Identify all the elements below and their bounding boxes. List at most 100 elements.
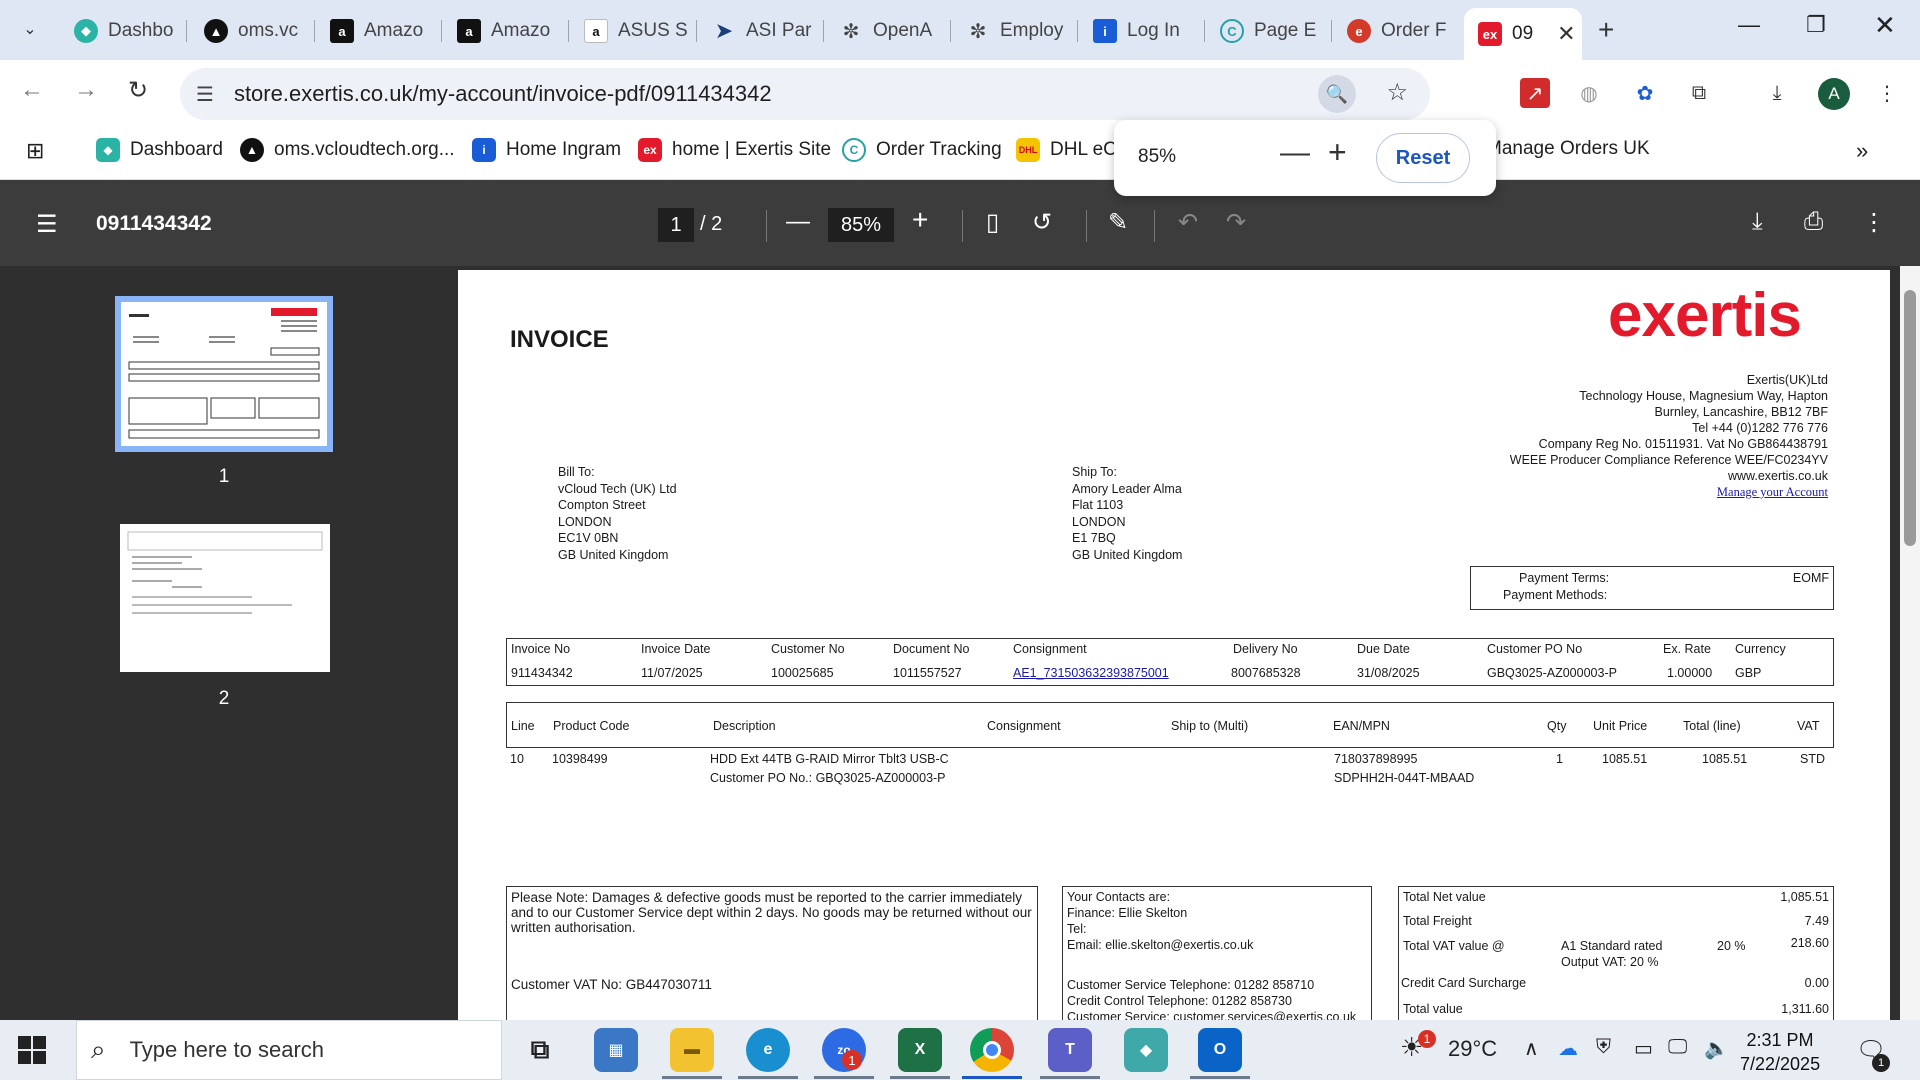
more-menu-icon[interactable]: ⋮ — [1872, 78, 1902, 108]
onedrive-icon[interactable]: ☁ — [1558, 1036, 1578, 1061]
tab-strip: ⌄ ◆ Dashbo ▲ oms.vc a Amazo a Amazo a AS… — [0, 0, 1920, 60]
zoom-indicator-icon[interactable]: 🔍 — [1318, 75, 1356, 113]
ingram-icon: i — [472, 138, 496, 162]
chevron-up-icon[interactable]: ∧ — [1524, 1036, 1539, 1061]
download-icon[interactable]: ⤓ — [1762, 78, 1792, 108]
teams-icon[interactable]: T — [1048, 1028, 1092, 1072]
restore-button[interactable]: ❐ — [1806, 12, 1826, 38]
site-settings-icon[interactable]: ☰ — [196, 82, 214, 107]
tab-asi[interactable]: ➤ ASI Par — [698, 10, 823, 52]
tab-amazon-1[interactable]: a Amazo — [316, 10, 441, 52]
tab-search-button[interactable]: ⌄ — [12, 10, 48, 48]
extension-icon[interactable]: ✿ — [1630, 78, 1660, 108]
invoice-header-table: Invoice No Invoice Date Customer No Docu… — [506, 638, 1834, 686]
back-button[interactable]: ← — [20, 76, 44, 104]
system-clock[interactable]: 2:31 PM 7/22/2025 — [1740, 1028, 1820, 1076]
bookmark-exertis-home[interactable]: ex home | Exertis Site — [638, 138, 831, 162]
taskbar-search[interactable]: ⌕ Type here to search — [76, 1020, 502, 1080]
close-icon[interactable]: ✕ — [1557, 21, 1575, 47]
pdf-zoom-input[interactable]: 85% — [828, 208, 894, 242]
annotate-pen-icon[interactable]: ✎ — [1108, 208, 1128, 237]
profile-avatar[interactable]: A — [1818, 78, 1850, 110]
app-diamond-icon[interactable]: ◆ — [1124, 1028, 1168, 1072]
thumbnail-sidebar: 1 2 — [0, 266, 450, 1020]
dashboard-icon: ◆ — [74, 19, 98, 43]
bookmark-dashboard[interactable]: ◆ Dashboard — [96, 138, 223, 162]
ship-to-address: Ship To: Amory Leader Alma Flat 1103 LONDO… — [1072, 465, 1183, 562]
more-bookmarks-button[interactable]: » — [1856, 138, 1868, 164]
rotate-icon[interactable]: ↺ — [1032, 208, 1052, 237]
page-number-input[interactable]: 1 — [658, 208, 694, 242]
consignment-link[interactable]: AE1_731503632393875001 — [1013, 666, 1169, 680]
ingram-icon: i — [1093, 19, 1117, 43]
invoice-heading: INVOICE — [510, 326, 609, 353]
tab-amazon-2[interactable]: a Amazo — [443, 10, 568, 52]
tab-openai[interactable]: ✼ OpenA — [825, 10, 950, 52]
bookmark-home-ingram[interactable]: i Home Ingram — [472, 138, 621, 162]
menu-icon[interactable]: ☰ — [36, 210, 58, 239]
bookmark-oms[interactable]: ▲ oms.vcloudtech.org... — [240, 138, 455, 162]
edge-icon[interactable]: e — [746, 1028, 790, 1072]
excel-icon[interactable]: X — [898, 1028, 942, 1072]
exertis-icon: ex — [1478, 22, 1502, 46]
zoom-in-button[interactable]: + — [1328, 134, 1347, 171]
apps-button[interactable]: ⊞ — [26, 138, 44, 164]
task-view-icon[interactable]: ⧉ — [518, 1028, 562, 1072]
page-thumbnail-1[interactable] — [115, 296, 333, 452]
page-thumbnail-2[interactable] — [120, 524, 330, 672]
close-window-button[interactable]: ✕ — [1874, 10, 1896, 41]
security-icon[interactable]: ⛨ — [1596, 1036, 1611, 1059]
pdf-scrollbar[interactable] — [1900, 266, 1920, 1020]
bookmark-dhl[interactable]: DHL DHL eCo — [1016, 138, 1127, 162]
bill-to-address: Bill To: vCloud Tech (UK) Ltd Compton Stre… — [558, 465, 677, 562]
forward-button[interactable]: → — [74, 76, 98, 104]
apps-grid-icon: ⊞ — [26, 138, 45, 163]
tab-page[interactable]: C Page E — [1206, 10, 1331, 52]
pdf-extension-icon[interactable]: ↗ — [1520, 78, 1550, 108]
minimize-button[interactable]: — — [1738, 12, 1760, 38]
volume-icon[interactable]: 🔈 — [1704, 1036, 1729, 1061]
outlook-icon[interactable]: O — [1198, 1028, 1242, 1072]
zoom-out-icon[interactable]: — — [786, 208, 810, 236]
bookmarks-bar: ⊞ ◆ Dashboard ▲ oms.vcloudtech.org... i … — [0, 128, 1920, 180]
download-icon[interactable]: ⤓ — [1752, 208, 1763, 236]
tab-login[interactable]: i Log In — [1079, 10, 1204, 52]
invoice-page: INVOICE exertis Exertis(UK)Ltd Technolog… — [458, 270, 1890, 1020]
fit-page-icon[interactable]: ▯ — [986, 208, 999, 237]
tracking-icon: C — [842, 138, 866, 162]
tab-asus[interactable]: a ASUS S — [570, 10, 695, 52]
tab-invoice-active[interactable]: ex 09 ✕ — [1464, 8, 1582, 60]
zoom-in-icon[interactable]: + — [912, 204, 928, 236]
tab-order[interactable]: e Order F — [1333, 10, 1458, 52]
address-bar[interactable]: ☰ store.exertis.co.uk/my-account/invoice… — [180, 68, 1430, 120]
new-tab-button[interactable]: + — [1598, 14, 1614, 46]
undo-icon[interactable]: ↶ — [1178, 208, 1198, 237]
totals-box: Total Net value 1,085.51 Total Freight 7… — [1398, 886, 1834, 1020]
customer-vat-number: Customer VAT No: GB447030711 — [511, 977, 712, 992]
chrome-icon[interactable] — [970, 1028, 1014, 1072]
oms-icon: ▲ — [240, 138, 264, 162]
returns-note: Please Note: Damages & defective goods m… — [511, 890, 1032, 935]
network-icon[interactable]: 🖵 — [1668, 1036, 1687, 1059]
tab-dashboard[interactable]: ◆ Dashbo — [60, 10, 185, 52]
reload-button[interactable]: ↻ — [128, 76, 148, 105]
bookmark-star-icon[interactable]: ☆ — [1386, 78, 1408, 107]
globe-extension-icon[interactable]: ◍ — [1574, 78, 1604, 108]
url-text[interactable]: store.exertis.co.uk/my-account/invoice-p… — [234, 81, 772, 107]
puzzle-icon[interactable]: ⧉ — [1684, 78, 1714, 108]
zoom-reset-button[interactable]: Reset — [1376, 133, 1470, 183]
file-explorer-icon[interactable]: ▬ — [670, 1028, 714, 1072]
start-button[interactable] — [18, 1036, 46, 1064]
bookmark-manage-orders[interactable]: Manage Orders UK — [1486, 138, 1650, 160]
zoom-out-button[interactable]: — — [1280, 136, 1310, 170]
more-options-icon[interactable]: ⋮ — [1862, 208, 1886, 237]
redo-icon[interactable]: ↷ — [1226, 208, 1246, 237]
manage-account-link[interactable]: Manage your Account — [1510, 484, 1828, 500]
tab-oms[interactable]: ▲ oms.vc — [190, 10, 315, 52]
calculator-icon[interactable]: ▦ — [594, 1028, 638, 1072]
print-icon[interactable]: ⎙ — [1804, 208, 1823, 236]
tab-employ[interactable]: ✼ Employ — [952, 10, 1077, 52]
battery-icon[interactable]: ▭ — [1634, 1036, 1653, 1061]
bookmark-order-tracking[interactable]: C Order Tracking — [842, 138, 1002, 162]
scrollbar-thumb[interactable] — [1904, 290, 1916, 546]
